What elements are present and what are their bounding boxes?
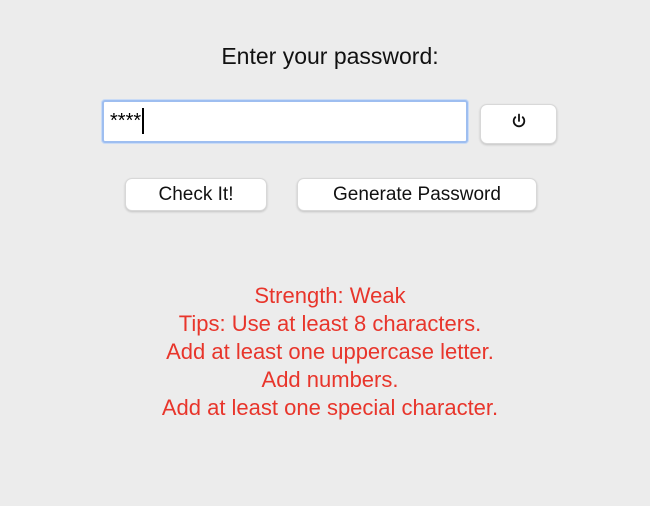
tip-text: Tips: Use at least 8 characters. bbox=[178, 311, 482, 336]
text-caret bbox=[142, 108, 145, 134]
password-prompt-label: Enter your password: bbox=[221, 43, 439, 69]
toggle-visibility-button[interactable] bbox=[480, 104, 557, 144]
tip-text: Add at least one uppercase letter. bbox=[166, 339, 494, 364]
password-input[interactable]: **** bbox=[102, 100, 468, 143]
strength-text: Strength: Weak bbox=[254, 283, 406, 308]
power-icon bbox=[509, 111, 529, 137]
strength-feedback: Strength: Weak Tips: Use at least 8 char… bbox=[0, 282, 650, 422]
tip-text: Add numbers. bbox=[261, 367, 399, 392]
tip-text: Add at least one special character. bbox=[161, 395, 499, 420]
generate-password-button[interactable]: Generate Password bbox=[297, 178, 537, 211]
check-it-button[interactable]: Check It! bbox=[125, 178, 267, 211]
password-masked-value: **** bbox=[110, 110, 142, 132]
